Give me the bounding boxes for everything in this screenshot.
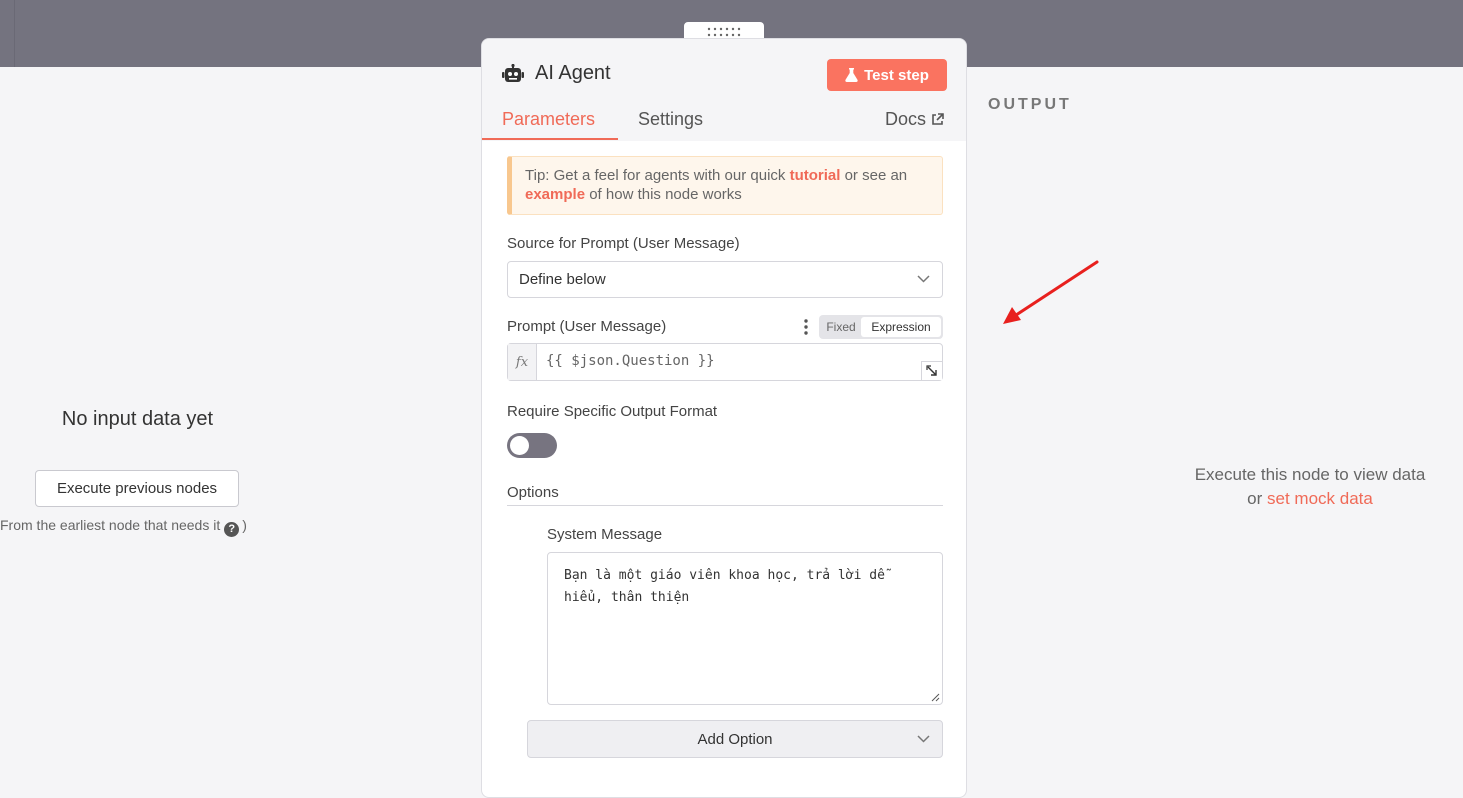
prompt-label: Prompt (User Message) xyxy=(507,318,667,335)
question-circle-icon[interactable]: ? xyxy=(224,522,240,537)
prompt-expression-input[interactable]: fx {{ $json.Question }} xyxy=(507,343,943,381)
options-divider xyxy=(507,505,943,506)
execute-hint-text: From the earliest node that needs it xyxy=(0,517,221,533)
fixed-expression-toggle: Fixed Expression xyxy=(819,315,943,339)
output-empty-message: Execute this node to view data xyxy=(1194,465,1426,484)
output-mock-line: or set mock data xyxy=(1160,487,1460,511)
fx-icon: fx xyxy=(508,344,537,380)
docs-label: Docs xyxy=(885,109,927,129)
expression-mode-option[interactable]: Expression xyxy=(861,317,941,337)
tutorial-link[interactable]: tutorial xyxy=(790,167,841,184)
node-title[interactable]: AI Agent xyxy=(535,62,611,85)
external-link-icon xyxy=(932,113,944,125)
execute-hint-close: ) xyxy=(242,517,247,533)
resize-grip-icon[interactable] xyxy=(931,693,940,702)
tip-middle: or see an xyxy=(844,167,908,184)
fixed-mode-option[interactable]: Fixed xyxy=(821,317,861,337)
tip-prefix: Tip: Get a feel for agents with our quic… xyxy=(525,167,786,184)
source-prompt-value: Define below xyxy=(519,271,606,288)
chevron-down-icon xyxy=(917,275,930,283)
annotation-arrow xyxy=(1003,260,1099,324)
tab-parameters[interactable]: Parameters xyxy=(502,109,595,130)
output-heading: OUTPUT xyxy=(988,96,1072,113)
overlay-divider xyxy=(14,0,15,67)
system-message-value: Bạn là một giáo viên khoa học, trả lời d… xyxy=(564,568,885,605)
panel-header: AI Agent Test step Parameters Settings D… xyxy=(482,39,966,141)
source-prompt-select[interactable]: Define below xyxy=(507,261,943,298)
options-heading: Options xyxy=(507,484,559,501)
output-empty-state: Execute this node to view data or set mo… xyxy=(1160,463,1460,511)
require-format-label: Require Specific Output Format xyxy=(507,403,718,420)
docs-link[interactable]: Docs xyxy=(885,109,944,130)
prompt-expression-value: {{ $json.Question }} xyxy=(546,353,715,369)
active-tab-indicator xyxy=(482,138,618,140)
execute-hint: From the earliest node that needs it?) xyxy=(0,517,247,537)
tip-callout: Tip: Get a feel for agents with our quic… xyxy=(507,156,943,215)
test-step-button[interactable]: Test step xyxy=(827,59,947,91)
tip-suffix: of how this node works xyxy=(589,186,742,203)
add-option-label: Add Option xyxy=(697,730,773,748)
more-options-icon[interactable] xyxy=(804,319,808,335)
system-message-label: System Message xyxy=(547,526,663,543)
toggle-knob xyxy=(510,436,529,455)
tab-settings[interactable]: Settings xyxy=(638,109,703,130)
set-mock-data-link[interactable]: set mock data xyxy=(1267,489,1373,508)
test-step-label: Test step xyxy=(864,66,929,84)
example-link[interactable]: example xyxy=(525,186,585,203)
execute-previous-nodes-button[interactable]: Execute previous nodes xyxy=(35,470,239,507)
node-settings-panel: AI Agent Test step Parameters Settings D… xyxy=(481,38,967,798)
drag-grip-icon xyxy=(707,27,741,37)
input-empty-title: No input data yet xyxy=(61,408,214,430)
system-message-textarea[interactable]: Bạn là một giáo viên khoa học, trả lời d… xyxy=(547,552,943,705)
require-format-toggle[interactable] xyxy=(507,433,557,458)
output-or-text: or xyxy=(1247,489,1263,508)
robot-icon xyxy=(502,64,524,82)
expand-editor-icon[interactable] xyxy=(921,361,942,380)
flask-icon xyxy=(845,68,858,82)
chevron-down-icon xyxy=(917,735,930,743)
add-option-button[interactable]: Add Option xyxy=(527,720,943,758)
source-prompt-label: Source for Prompt (User Message) xyxy=(507,235,740,252)
